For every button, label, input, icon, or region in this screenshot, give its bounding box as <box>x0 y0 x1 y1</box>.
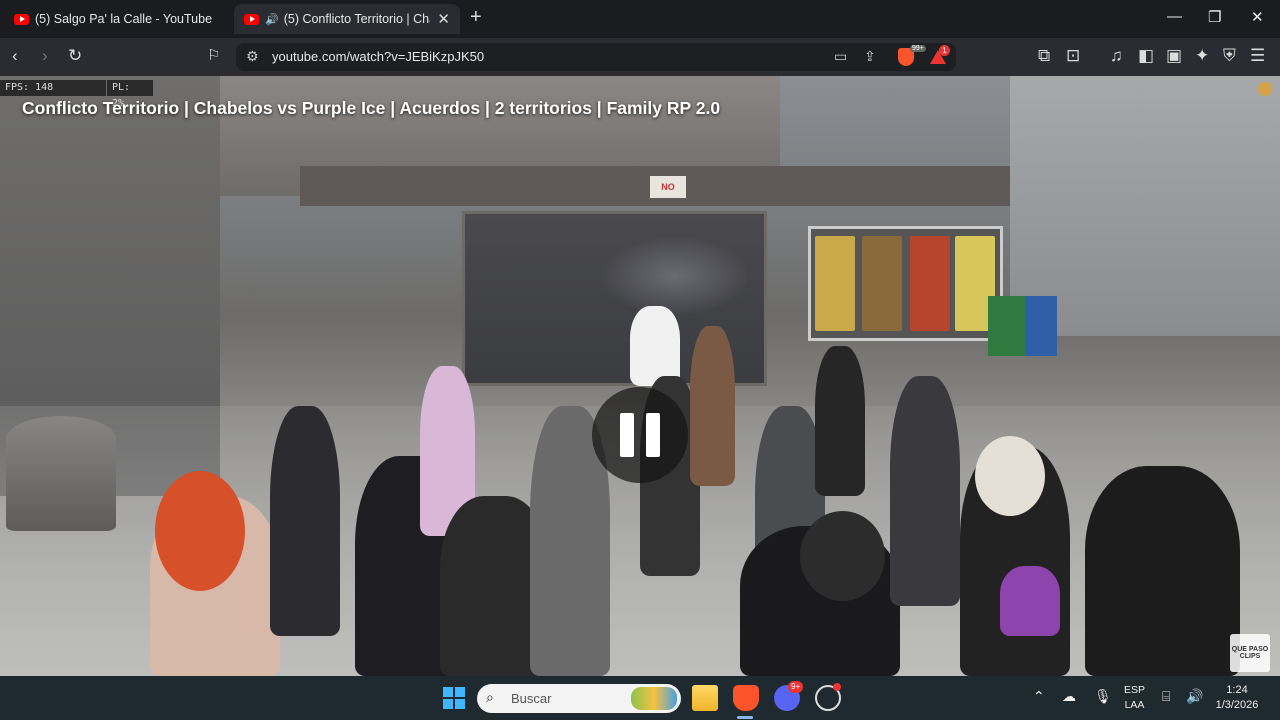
microphone-icon[interactable]: 🎙 <box>1094 688 1112 705</box>
scene-green-bin <box>988 296 1028 356</box>
packet-loss-counter: PL: 2% <box>107 80 153 109</box>
video-title[interactable]: Conflicto Territorio | Chabelos vs Purpl… <box>22 98 720 119</box>
notification-dot <box>833 683 841 691</box>
network-icon[interactable]: ⌸ <box>1162 688 1170 705</box>
video-player[interactable]: NO FPS: 148 PL: 2% Conflicto Territorio … <box>0 76 1280 676</box>
windows-taskbar: ⌕ Buscar 9+ ⌃ ☁ 🎙 ESP LAA ⌸ 🔊 1:24 1/3/2… <box>0 676 1280 720</box>
discord-badge: 9+ <box>788 681 804 693</box>
menu-icon[interactable]: ☰ <box>1250 46 1265 66</box>
youtube-icon <box>14 13 29 25</box>
back-icon[interactable]: ‹ <box>12 46 18 66</box>
cloud-icon[interactable]: ☁ <box>1062 688 1076 705</box>
search-placeholder: Buscar <box>511 691 552 706</box>
character <box>270 406 340 636</box>
new-tab-button[interactable]: + <box>470 6 482 29</box>
reload-icon[interactable]: ↻ <box>68 46 82 66</box>
clock-time: 1:24 <box>1226 684 1248 696</box>
youtube-icon <box>244 13 259 25</box>
clock-date: 1/3/2026 <box>1215 699 1259 711</box>
scene-blue-bin <box>1025 296 1057 356</box>
url-text[interactable]: youtube.com/watch?v=JEBiKzpJK50 <box>272 49 484 64</box>
fps-counter: FPS: 148 <box>0 80 106 96</box>
share-icon[interactable]: ⇪ <box>864 48 876 65</box>
character <box>1085 466 1240 676</box>
vpn-icon[interactable]: ⛨ <box>1223 46 1236 66</box>
media-icon[interactable]: ♫ <box>1110 46 1123 66</box>
chevron-up-icon[interactable]: ⌃ <box>1033 688 1045 705</box>
character <box>815 346 865 496</box>
brave-browser-icon[interactable] <box>733 685 759 711</box>
tab-title: (5) Conflicto Territorio | Chabelos vs P… <box>283 12 430 26</box>
character-shorts <box>1000 566 1060 636</box>
taskbar-search[interactable]: ⌕ Buscar <box>477 684 681 713</box>
tab-conflicto-territorio[interactable]: 🔊 (5) Conflicto Territorio | Chabelos vs… <box>234 4 460 34</box>
tab-strip: (5) Salgo Pa' la Calle - YouTube 🔊 (5) C… <box>0 0 1280 38</box>
close-tab-icon[interactable]: ✕ <box>437 10 450 28</box>
character <box>690 326 735 486</box>
extensions-icon[interactable]: ⧉ <box>1038 46 1050 66</box>
site-settings-icon[interactable]: ⚙ <box>246 48 259 65</box>
pause-icon <box>620 413 634 457</box>
minimize-button[interactable]: — <box>1167 8 1182 25</box>
tab-salgo-pa-la-calle[interactable]: (5) Salgo Pa' la Calle - YouTube <box>4 4 230 34</box>
tab-title: (5) Salgo Pa' la Calle - YouTube <box>35 12 213 26</box>
channel-avatar[interactable] <box>1258 82 1272 96</box>
windows-start-icon[interactable] <box>443 687 465 709</box>
scene-graffiti <box>600 236 750 316</box>
search-highlight-image[interactable] <box>631 687 677 710</box>
taskbar-clock[interactable]: 1:24 1/3/2026 <box>1212 683 1262 713</box>
address-bar[interactable]: ⚙ youtube.com/watch?v=JEBiKzpJK50 ▭ ⇪ 99… <box>236 43 956 71</box>
poster <box>862 236 902 331</box>
character <box>890 376 960 606</box>
close-window-button[interactable]: ✕ <box>1251 8 1264 26</box>
character-hat <box>800 511 885 601</box>
browser-toolbar: ‹ › ↻ ⚐ ⚙ youtube.com/watch?v=JEBiKzpJK5… <box>0 38 1280 76</box>
volume-icon[interactable]: 🔊 <box>1186 688 1203 705</box>
character-dog <box>975 436 1045 516</box>
character-hair <box>155 471 245 591</box>
channel-watermark[interactable]: QUE PASO CLIPS <box>1230 634 1270 672</box>
file-explorer-icon[interactable] <box>692 685 718 711</box>
pause-button[interactable] <box>592 387 688 483</box>
pause-icon <box>646 413 660 457</box>
search-icon: ⌕ <box>486 689 494 705</box>
wallet-icon[interactable]: ▣ <box>1166 46 1182 66</box>
tab-search-icon[interactable]: ⊡ <box>1066 46 1080 66</box>
store-sign: NO <box>650 176 686 198</box>
keyboard-layout: LAA <box>1124 699 1145 711</box>
bookmark-icon[interactable]: ⚐ <box>207 46 220 66</box>
scene-trash-can <box>6 416 116 531</box>
leo-ai-icon[interactable]: ✦ <box>1195 46 1209 66</box>
sidebar-icon[interactable]: ◧ <box>1138 46 1154 66</box>
character <box>630 306 680 386</box>
maximize-button[interactable]: ❐ <box>1208 8 1221 26</box>
poster <box>815 236 855 331</box>
shield-count-badge: 99+ <box>910 45 926 52</box>
rewards-badge: 1 <box>939 45 950 56</box>
poster <box>910 236 950 331</box>
active-app-indicator <box>737 716 753 719</box>
speaker-icon[interactable]: 🔊 <box>265 13 279 26</box>
cast-icon[interactable]: ▭ <box>834 48 847 65</box>
language-code: ESP <box>1124 684 1146 696</box>
language-indicator[interactable]: ESP LAA <box>1124 683 1145 713</box>
forward-icon[interactable]: › <box>42 46 48 66</box>
